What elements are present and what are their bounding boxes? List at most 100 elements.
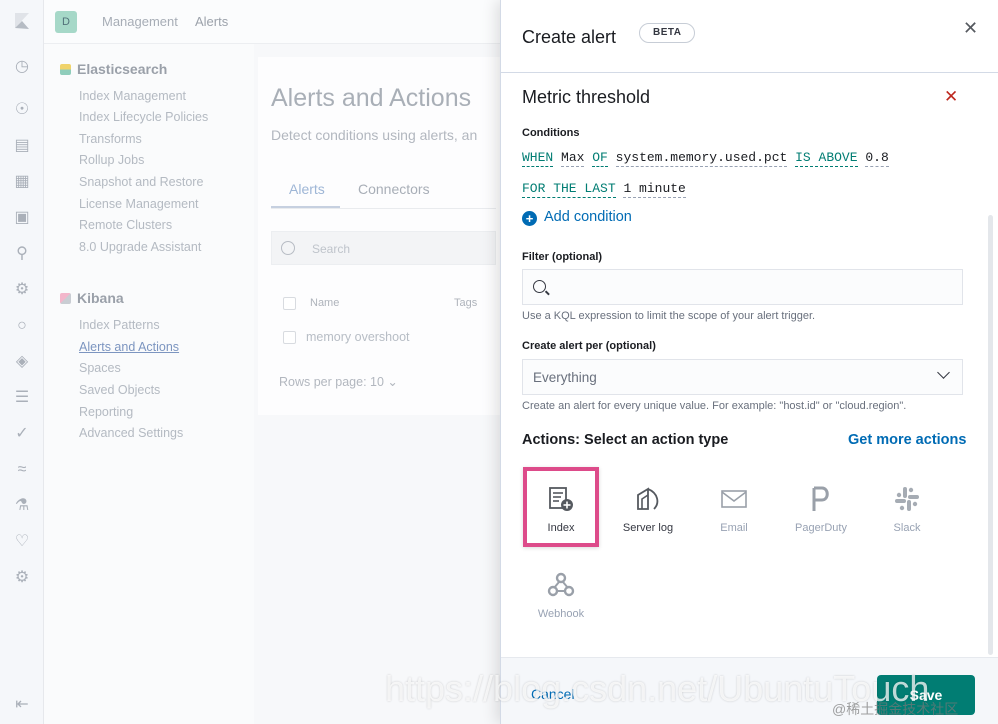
action-type-label: Slack: [893, 522, 921, 534]
when-keyword[interactable]: WHEN: [522, 150, 554, 167]
get-more-actions-link[interactable]: Get more actions: [848, 432, 966, 448]
canvas-icon[interactable]: ▣: [13, 209, 31, 227]
comparator-keyword[interactable]: IS ABOVE: [795, 150, 858, 167]
action-type-server-log[interactable]: Server log: [610, 467, 686, 547]
elasticsearch-logo-icon: [60, 64, 71, 75]
action-type-label: Webhook: [537, 608, 585, 620]
action-type-label: Server log: [622, 522, 674, 534]
alert-row-name-link[interactable]: memory overshoot: [306, 330, 410, 344]
breadcrumb-management[interactable]: Management: [102, 14, 178, 29]
sidebar-section-kibana: Kibana: [60, 290, 124, 306]
left-icon-nav: ◷ ☉ ▤ ▦ ▣ ⚲ ⚙ ○ ◈ ☰ ✓ ≈ ⚗ ♡ ⚙ ⇤: [0, 0, 44, 724]
select-all-checkbox[interactable]: [283, 297, 296, 310]
dashboard-icon[interactable]: ▦: [13, 173, 31, 191]
sidebar-item-advanced-settings[interactable]: Advanced Settings: [79, 426, 183, 440]
time-window-expression[interactable]: FOR THE LAST 1 minute: [522, 181, 686, 198]
space-avatar[interactable]: D: [55, 11, 77, 33]
action-type-label: PagerDuty: [795, 522, 847, 534]
conditions-label: Conditions: [522, 127, 580, 139]
aggregation-value[interactable]: Max: [561, 150, 585, 167]
filter-label: Filter (optional): [522, 251, 603, 263]
action-type-email[interactable]: Email: [696, 467, 772, 547]
sidebar-item-upgrade-assistant[interactable]: 8.0 Upgrade Assistant: [79, 240, 201, 254]
sidebar-item-spaces[interactable]: Spaces: [79, 361, 121, 375]
action-type-index[interactable]: Index: [523, 467, 599, 547]
group-by-value: Everything: [533, 370, 597, 385]
sidebar-item-index-patterns[interactable]: Index Patterns: [79, 318, 160, 332]
kibana-section-icon: [60, 293, 71, 304]
action-type-pagerduty[interactable]: PagerDuty: [783, 467, 859, 547]
of-keyword[interactable]: OF: [592, 150, 608, 167]
column-header-tags: Tags: [454, 297, 478, 309]
management-sidebar: Elasticsearch Index Management Index Lif…: [44, 44, 254, 724]
metric-field-value[interactable]: system.memory.used.pct: [615, 150, 788, 167]
collapse-menu-icon[interactable]: ⇤: [13, 696, 31, 714]
ml-icon[interactable]: ⚙: [13, 281, 31, 299]
sidebar-section-elasticsearch: Elasticsearch: [60, 61, 167, 77]
sidebar-item-saved-objects[interactable]: Saved Objects: [79, 383, 160, 397]
chevron-down-icon: [937, 366, 950, 379]
sidebar-item-rollup-jobs[interactable]: Rollup Jobs: [79, 153, 144, 167]
sidebar-item-index-management[interactable]: Index Management: [79, 89, 186, 103]
tab-connectors[interactable]: Connectors: [358, 181, 430, 197]
group-by-select[interactable]: Everything: [522, 359, 963, 395]
metrics-icon[interactable]: ○: [13, 317, 31, 335]
page-subtitle: Detect conditions using alerts, an: [271, 127, 478, 143]
monitoring-icon[interactable]: ♡: [13, 533, 31, 551]
sidebar-item-transforms[interactable]: Transforms: [79, 132, 142, 146]
alerts-search-box[interactable]: Search: [271, 231, 496, 265]
filter-kql-input[interactable]: [522, 269, 963, 305]
siem-icon[interactable]: ◈: [13, 353, 31, 371]
recent-clock-icon[interactable]: ◷: [13, 58, 31, 76]
action-type-label: Email: [720, 522, 748, 534]
tab-alerts[interactable]: Alerts: [289, 181, 325, 197]
email-icon: [721, 490, 747, 508]
create-alert-flyout: Create alert BETA ✕ Metric threshold ✕ C…: [500, 0, 998, 724]
maps-icon[interactable]: ⚲: [13, 245, 31, 263]
column-header-name[interactable]: Name: [310, 297, 339, 309]
plus-circle-icon: +: [522, 211, 537, 226]
management-gear-icon[interactable]: ⚙: [13, 569, 31, 587]
sidebar-item-index-lifecycle-policies[interactable]: Index Lifecycle Policies: [79, 110, 208, 124]
sidebar-item-alerts-and-actions[interactable]: Alerts and Actions: [79, 340, 179, 354]
apm-icon[interactable]: ✓: [13, 425, 31, 443]
top-bar: D Management Alerts: [44, 0, 500, 44]
chevron-down-icon: ⌄: [387, 375, 398, 389]
flyout-scrollbar[interactable]: [988, 215, 993, 655]
uptime-icon[interactable]: ≈: [13, 461, 31, 479]
time-window-value[interactable]: 1 minute: [623, 181, 686, 198]
sidebar-item-remote-clusters[interactable]: Remote Clusters: [79, 218, 172, 232]
logs-icon[interactable]: ☰: [13, 389, 31, 407]
action-type-label: Index: [547, 522, 575, 534]
action-type-webhook[interactable]: Webhook: [523, 553, 599, 633]
sidebar-item-reporting[interactable]: Reporting: [79, 405, 133, 419]
flyout-title: Create alert: [522, 27, 617, 47]
breadcrumb-alerts: Alerts: [195, 14, 229, 29]
discover-compass-icon[interactable]: ☉: [13, 101, 31, 119]
remove-alert-type-icon[interactable]: ✕: [944, 87, 958, 107]
page-title: Alerts and Actions: [271, 84, 472, 112]
server-log-icon: [637, 487, 659, 510]
filter-help-text: Use a KQL expression to limit the scope …: [522, 310, 816, 322]
condition-expression[interactable]: WHEN Max OF system.memory.used.pct IS AB…: [522, 150, 889, 167]
dev-tools-icon[interactable]: ⚗: [13, 497, 31, 515]
sidebar-item-license-management[interactable]: License Management: [79, 197, 199, 211]
threshold-value[interactable]: 0.8: [865, 150, 889, 167]
webhook-icon: [547, 572, 575, 597]
close-icon[interactable]: ✕: [963, 18, 978, 39]
search-icon: [533, 280, 546, 293]
beta-badge: BETA: [639, 23, 696, 43]
search-placeholder: Search: [312, 242, 351, 256]
visualize-icon[interactable]: ▤: [13, 137, 31, 155]
alert-type-title: Metric threshold: [522, 87, 651, 107]
row-checkbox[interactable]: [283, 331, 296, 344]
action-type-slack[interactable]: Slack: [869, 467, 945, 547]
add-condition-button[interactable]: + Add condition: [522, 209, 632, 226]
watermark-site: @稀土掘金技术社区: [832, 701, 959, 717]
sidebar-item-snapshot-and-restore[interactable]: Snapshot and Restore: [79, 175, 203, 189]
actions-title: Actions: Select an action type: [522, 432, 729, 448]
rows-per-page-select[interactable]: Rows per page: 10 ⌄: [279, 374, 398, 389]
tabs-divider: [271, 208, 496, 209]
kibana-logo-icon[interactable]: [13, 12, 31, 30]
for-the-last-keyword[interactable]: FOR THE LAST: [522, 181, 616, 198]
